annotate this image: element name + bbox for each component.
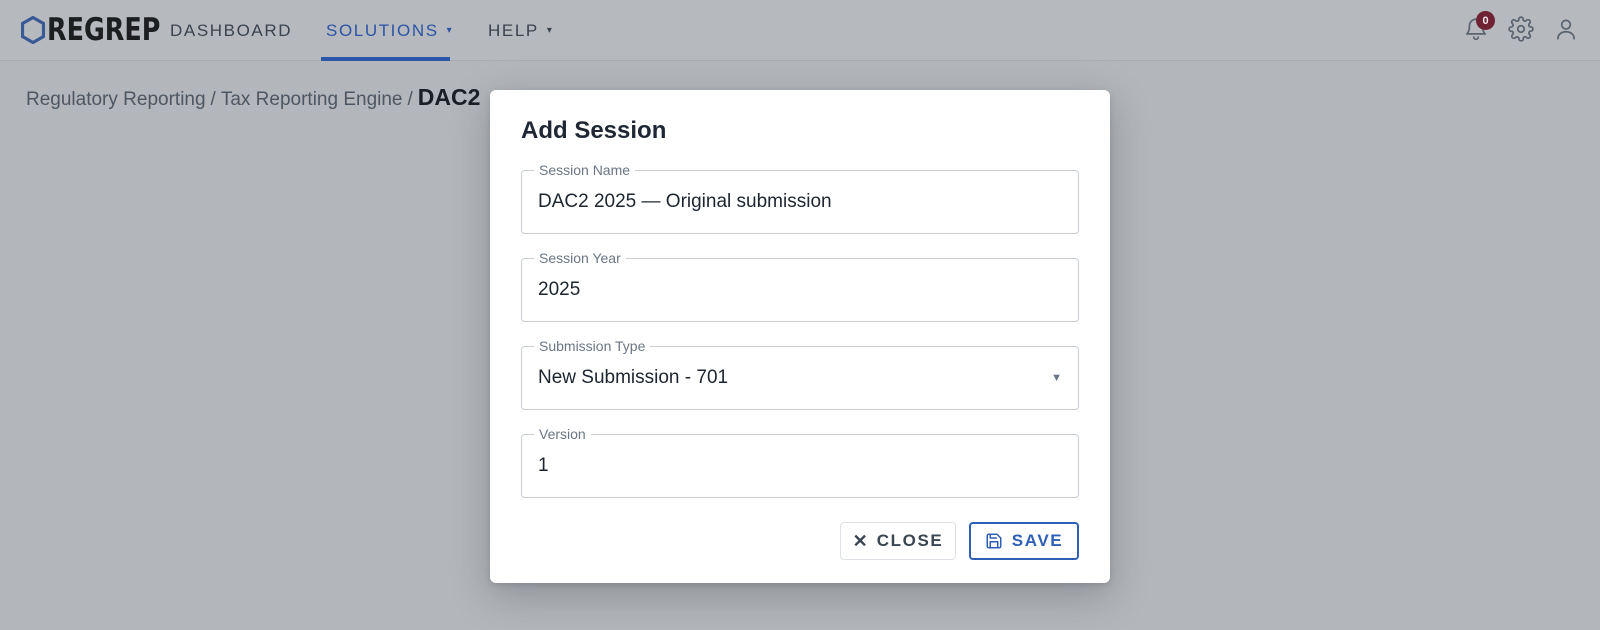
session-year-input[interactable]: 2025 — [538, 259, 580, 321]
top-nav: REGREP DASHBOARD SOLUTIONS ▾ HELP ▾ 0 — [0, 0, 1600, 61]
notification-badge: 0 — [1476, 11, 1495, 30]
nav-solutions[interactable]: SOLUTIONS ▾ — [326, 0, 452, 61]
submission-type-value[interactable]: New Submission - 701 — [538, 347, 728, 409]
brand-logo[interactable]: REGREP — [21, 14, 185, 46]
breadcrumb: Regulatory Reporting / Tax Reporting Eng… — [26, 84, 480, 111]
submission-type-select[interactable]: Submission Type New Submission - 701 ▼ — [521, 338, 1079, 410]
breadcrumb-current: DAC2 — [417, 84, 481, 110]
nav-help[interactable]: HELP ▾ — [488, 0, 552, 61]
nav-dashboard-label: DASHBOARD — [170, 20, 293, 40]
nav-solutions-label: SOLUTIONS — [326, 20, 439, 40]
save-button[interactable]: SAVE — [969, 522, 1079, 560]
breadcrumb-separator: / — [210, 89, 216, 110]
close-button-label: CLOSE — [876, 531, 944, 550]
user-icon[interactable] — [1553, 16, 1579, 42]
hexagon-logo-icon — [21, 16, 45, 44]
close-icon: ✕ — [852, 530, 868, 551]
nav-dashboard[interactable]: DASHBOARD — [170, 0, 292, 61]
breadcrumb-tax-reporting-engine[interactable]: Tax Reporting Engine — [221, 89, 403, 111]
session-name-field[interactable]: Session Name DAC2 2025 — Original submis… — [521, 162, 1079, 234]
chevron-down-icon: ▾ — [546, 25, 552, 36]
logo-text: REGREP — [47, 12, 161, 48]
close-button[interactable]: ✕ CLOSE — [840, 522, 956, 560]
version-input[interactable]: 1 — [538, 435, 549, 497]
session-name-input[interactable]: DAC2 2025 — Original submission — [538, 171, 832, 233]
breadcrumb-regulatory-reporting[interactable]: Regulatory Reporting — [26, 89, 206, 111]
dialog-title: Add Session — [521, 117, 667, 144]
session-year-field[interactable]: Session Year 2025 — [521, 250, 1079, 322]
save-button-label: SAVE — [1011, 531, 1064, 550]
add-session-dialog: Add Session Session Name DAC2 2025 — Ori… — [490, 90, 1110, 583]
nav-help-label: HELP — [488, 20, 539, 40]
gear-icon[interactable] — [1508, 16, 1534, 42]
save-icon — [986, 533, 1002, 549]
dropdown-caret-icon[interactable]: ▼ — [1051, 347, 1062, 409]
version-field[interactable]: Version 1 — [521, 426, 1079, 498]
chevron-down-icon: ▾ — [446, 25, 452, 36]
active-nav-indicator — [321, 57, 450, 61]
breadcrumb-separator: / — [407, 89, 413, 110]
